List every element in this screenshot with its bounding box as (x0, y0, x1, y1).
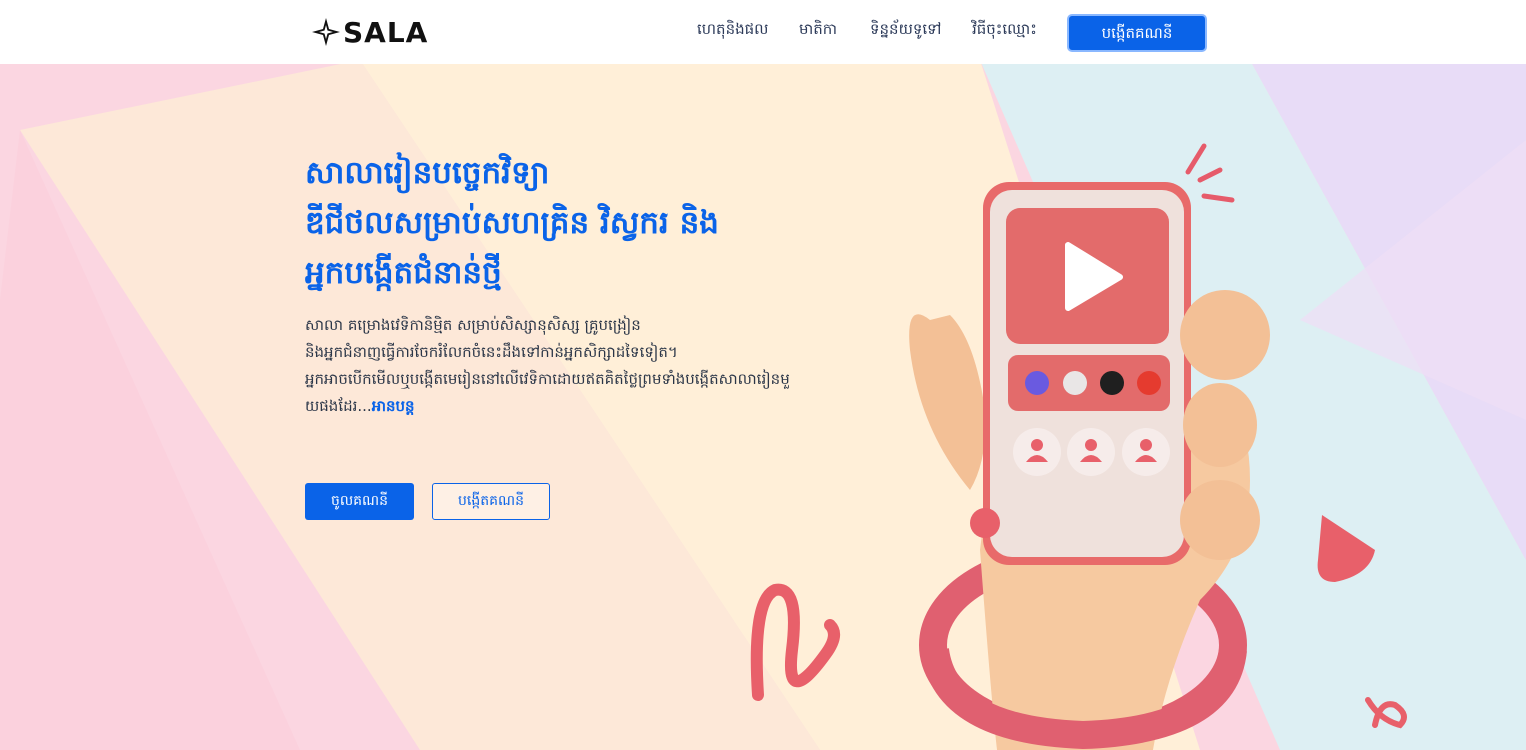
nav-item-general-data[interactable]: ទិន្នន័យទូទៅ (870, 20, 941, 42)
squiggle-decoration (1365, 697, 1407, 729)
cone-decoration (1317, 515, 1375, 582)
user-icon (1013, 428, 1061, 476)
login-button[interactable]: ចូលគណនី (305, 483, 414, 520)
nav-item-cause-effect[interactable]: ហេតុនិងផល (697, 20, 768, 42)
user-icon (1067, 428, 1115, 476)
nav-item-contents[interactable]: មាតិកា (799, 20, 837, 42)
hero-description-line: អ្នកអាចបើកមើលឬបង្កើតមេរៀននៅលើវេទិកាដោយឥត… (305, 370, 790, 388)
top-navigation-bar: SALA ហេតុនិងផល មាតិកា ទិន្នន័យទូទៅ វិធីច… (0, 0, 1526, 64)
hero-illustration (750, 143, 1407, 750)
user-icon (1122, 428, 1170, 476)
create-account-button[interactable]: បង្កើតគណនី (432, 483, 550, 520)
hero-description-line: និងអ្នកជំនាញធ្វើការចែករំលែកចំនេះដឹងទៅកាន… (305, 343, 678, 361)
nav-item-how-to-register[interactable]: វិធីចុះឈ្មោះ (972, 20, 1037, 42)
logo[interactable]: SALA (311, 14, 428, 50)
read-more-link[interactable]: អានបន្ត (372, 397, 415, 415)
swirl-decoration (750, 583, 840, 701)
sparkle-decoration (1185, 143, 1235, 203)
logo-wordmark: SALA (343, 15, 429, 49)
hero-description-line: សាលា គម្រោងវេទិកានិម្មិត សម្រាប់សិស្សានុ… (305, 316, 641, 334)
star-logo-icon (312, 18, 340, 46)
signup-button[interactable]: បង្កើតគណនី (1067, 14, 1207, 52)
hero-description-line: យផងដែរ... (305, 397, 372, 415)
